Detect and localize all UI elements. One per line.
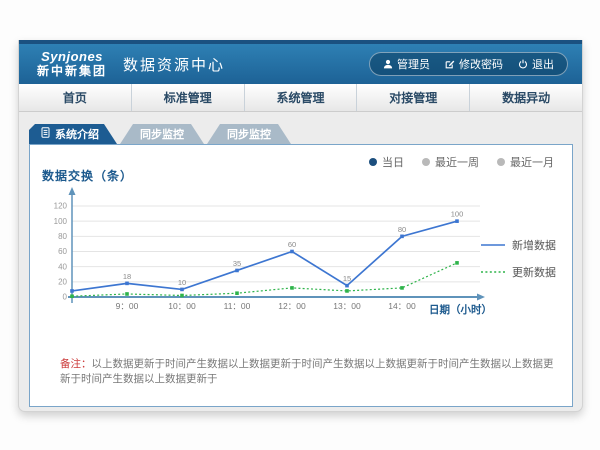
tab-0[interactable]: 系统介绍 bbox=[29, 124, 117, 144]
svg-text:35: 35 bbox=[233, 259, 241, 268]
legend-line-sample-icon bbox=[481, 242, 505, 248]
line-chart: 0 20 40 60 80 100 120 9：00 10：00 11：00 12：00 13：00 1… bbox=[44, 185, 494, 325]
page-title: 数据资源中心 bbox=[123, 54, 225, 75]
filter-radio-1[interactable]: 最近一周 bbox=[422, 154, 479, 170]
time-range-filters: 当日 最近一周 最近一月 bbox=[369, 154, 554, 170]
nav-item-3[interactable]: 对接管理 bbox=[357, 84, 470, 111]
tab-1[interactable]: 同步监控 bbox=[120, 124, 204, 144]
document-icon bbox=[41, 127, 50, 141]
logo-text-cn: 新中新集团 bbox=[37, 65, 107, 78]
user-menu: 管理员修改密码退出 bbox=[369, 52, 568, 76]
nav-item-1[interactable]: 标准管理 bbox=[132, 84, 245, 111]
svg-text:100: 100 bbox=[54, 217, 68, 226]
svg-text:0: 0 bbox=[63, 293, 68, 302]
footnote-text: 以上数据更新于时间产生数据以上数据更新于时间产生数据以上数据更新于时间产生数据以… bbox=[60, 358, 554, 385]
edit-icon bbox=[445, 59, 455, 69]
legend-item-0: 新增数据 bbox=[481, 237, 556, 253]
svg-text:60: 60 bbox=[288, 240, 296, 249]
series-legend: 新增数据更新数据 bbox=[481, 237, 556, 280]
app-header: Synjones 新中新集团 数据资源中心 管理员修改密码退出 bbox=[19, 44, 582, 84]
power-icon bbox=[518, 59, 528, 69]
svg-text:12：00: 12：00 bbox=[278, 301, 306, 311]
nav-item-4[interactable]: 数据异动 bbox=[470, 84, 582, 111]
svg-text:120: 120 bbox=[54, 202, 68, 211]
footnote-prefix: 备注： bbox=[60, 358, 92, 370]
chart-container: 0 20 40 60 80 100 120 9：00 10：00 11：00 12：00 13：00 1… bbox=[44, 185, 494, 330]
svg-text:15: 15 bbox=[343, 274, 351, 283]
svg-text:9：00: 9：00 bbox=[116, 301, 139, 311]
radio-dot-icon bbox=[422, 158, 430, 166]
user-icon bbox=[383, 59, 393, 69]
tab-bar: 系统介绍同步监控同步监控 bbox=[29, 124, 291, 144]
svg-text:80: 80 bbox=[398, 225, 406, 234]
filter-radio-2[interactable]: 最近一月 bbox=[497, 154, 554, 170]
legend-item-1: 更新数据 bbox=[481, 264, 556, 280]
svg-text:10: 10 bbox=[178, 278, 186, 287]
nav-item-2[interactable]: 系统管理 bbox=[245, 84, 358, 111]
tab-2[interactable]: 同步监控 bbox=[207, 124, 291, 144]
legend-line-sample-icon bbox=[481, 269, 505, 275]
svg-text:10：00: 10：00 bbox=[168, 301, 196, 311]
logo-text-en: Synjones bbox=[37, 50, 107, 64]
content-area: 系统介绍同步监控同步监控 当日最近一周最近一月 数据交换（条） 02040608… bbox=[19, 112, 582, 411]
svg-text:20: 20 bbox=[58, 278, 67, 287]
filter-radio-0[interactable]: 当日 bbox=[369, 154, 404, 170]
footnote: 备注：以上数据更新于时间产生数据以上数据更新于时间产生数据以上数据更新于时间产生… bbox=[60, 356, 560, 386]
svg-text:14：00: 14：00 bbox=[388, 301, 416, 311]
chart-card: 当日 最近一周 最近一月 数据交换（条） 0 20 40 60 80 100 120 9：00 10… bbox=[29, 144, 573, 407]
svg-text:60: 60 bbox=[58, 247, 67, 256]
nav-item-0[interactable]: 首页 bbox=[19, 84, 132, 111]
user-menu-user[interactable]: 管理员 bbox=[383, 56, 430, 72]
y-axis-title: 数据交换（条） bbox=[42, 167, 133, 184]
radio-dot-icon bbox=[497, 158, 505, 166]
svg-text:40: 40 bbox=[58, 262, 67, 271]
company-logo: Synjones 新中新集团 bbox=[37, 50, 107, 77]
user-menu-edit[interactable]: 修改密码 bbox=[445, 56, 503, 72]
svg-text:11：00: 11：00 bbox=[224, 301, 251, 311]
svg-text:18: 18 bbox=[123, 272, 131, 281]
app-window: Synjones 新中新集团 数据资源中心 管理员修改密码退出 首页标准管理系统… bbox=[18, 40, 583, 412]
svg-text:100: 100 bbox=[451, 210, 464, 219]
radio-dot-icon bbox=[369, 158, 377, 166]
user-menu-power[interactable]: 退出 bbox=[518, 56, 554, 72]
svg-text:日期（小时）: 日期（小时） bbox=[429, 303, 492, 316]
svg-text:13：00: 13：00 bbox=[333, 301, 361, 311]
main-nav: 首页标准管理系统管理对接管理数据异动 bbox=[19, 84, 582, 112]
svg-text:80: 80 bbox=[58, 232, 67, 241]
